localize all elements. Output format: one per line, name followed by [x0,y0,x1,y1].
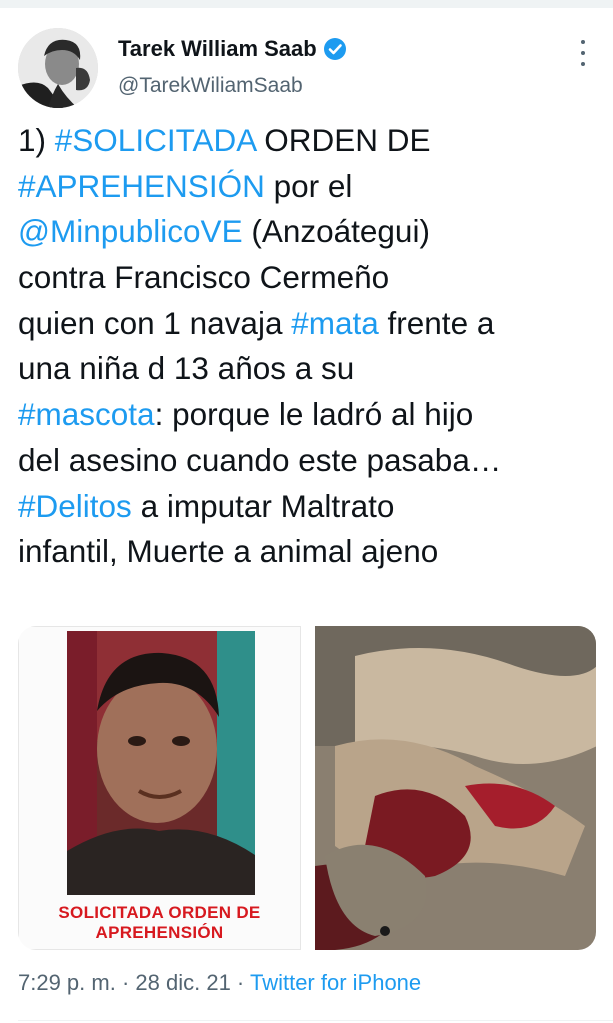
more-options-button[interactable] [572,40,594,66]
author-name[interactable]: Tarek William Saab [118,36,317,62]
tweet-line: una niña d 13 años a su [18,346,598,392]
media-photo-animal[interactable] [315,626,596,950]
animal-photo [315,626,596,950]
media-grid[interactable]: SOLICITADA ORDEN DE APREHENSIÓN [18,626,596,950]
tweet-text-segment: del asesino cuando este pasaba… [18,441,502,478]
more-vertical-icon [581,40,585,44]
tweet-line: quien con 1 navaja #mata frente a [18,301,598,347]
author-name-row[interactable]: Tarek William Saab [118,36,347,62]
hashtag-link[interactable]: #Delitos [18,488,132,524]
hashtag-link[interactable]: #APREHENSIÓN [18,168,265,204]
wanted-caption-line2: APREHENSIÓN [95,923,224,942]
tweet-line: #mascota: porque le ladró al hijo [18,392,598,438]
tweet-line: contra Francisco Cermeño [18,255,598,301]
tweet-text-segment: 1) [18,122,55,158]
avatar[interactable] [18,28,98,108]
avatar-portrait [18,28,98,108]
tweet-meta: 7:29 p. m. · 28 dic. 21 · Twitter for iP… [18,970,421,996]
meta-separator-2: · [230,970,250,995]
tweet-text-segment: ORDEN DE [255,122,431,158]
mention-link[interactable]: @MinpublicoVE [18,213,243,249]
suspect-photo [67,631,255,895]
wanted-caption-line1: SOLICITADA ORDEN DE [58,903,261,922]
tweet-line: @MinpublicoVE (Anzoátegui) [18,209,598,255]
hashtag-link[interactable]: #mata [291,305,379,341]
tweet-line: #APREHENSIÓN por el [18,164,598,210]
tweet-text-segment: una niña d 13 años a su [18,350,355,387]
hashtag-link[interactable]: #mascota [18,396,155,432]
top-divider [0,0,613,8]
tweet-text-segment: infantil, Muerte a animal ajeno [18,533,439,570]
tweet-line: del asesino cuando este pasaba… [18,438,598,484]
meta-separator-1: · [115,970,136,995]
tweet-text: 1) #SOLICITADA ORDEN DE #APREHENSIÓN por … [18,118,598,575]
media-photo-wanted[interactable]: SOLICITADA ORDEN DE APREHENSIÓN [18,626,301,950]
tweet-source-link[interactable]: Twitter for iPhone [250,970,421,995]
tweet-text-segment: : porque le ladró al hijo [154,396,474,433]
author-handle[interactable]: @TarekWiliamSaab [118,74,303,98]
tweet-line: infantil, Muerte a animal ajeno [18,529,598,575]
bottom-divider [18,1020,613,1021]
tweet-text-segment: por el [264,167,353,204]
tweet-text-segment: (Anzoátegui) [242,213,430,250]
tweet-text-segment: quien con 1 navaja [18,304,292,341]
tweet-line: #Delitos a imputar Maltrato [18,484,598,530]
tweet-text-segment: a imputar Maltrato [131,487,395,524]
tweet-text-segment: contra Francisco Cermeño [18,259,390,296]
verified-badge-icon [323,38,346,60]
hashtag-link[interactable]: #SOLICITADA [55,122,256,158]
tweet-time[interactable]: 7:29 p. m. [18,970,116,995]
tweet-date[interactable]: 28 dic. 21 [135,970,230,995]
tweet-text-segment: frente a [378,304,495,341]
tweet-line: 1) #SOLICITADA ORDEN DE [18,118,598,164]
